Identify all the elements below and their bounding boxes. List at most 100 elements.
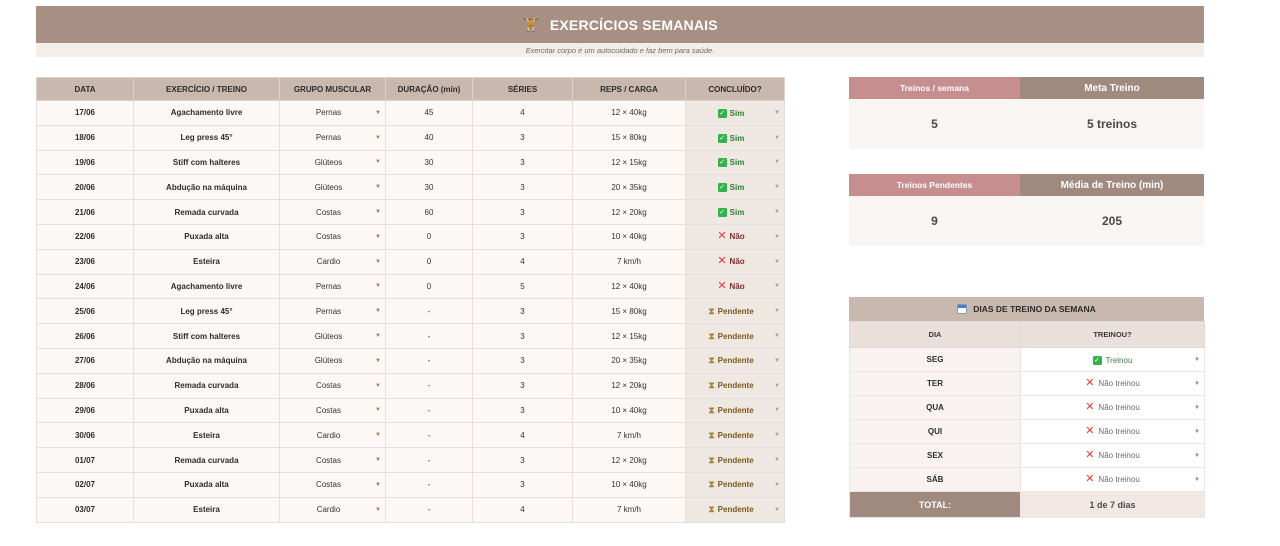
dropdown-arrow-icon[interactable]: ▼ (1194, 381, 1200, 387)
cell-group-dropdown[interactable]: Glúteos ▼ (279, 347, 386, 374)
col-header-trained: TREINOU? (1020, 321, 1205, 348)
status-label: Pendente (717, 505, 754, 515)
dropdown-arrow-icon[interactable]: ▼ (375, 259, 381, 265)
cell-duration: 40 (385, 124, 473, 151)
cell-group-dropdown[interactable]: Pernas ▼ (279, 273, 386, 300)
day-status-dropdown[interactable]: ✓ Treinou ▼ (1020, 347, 1205, 372)
cell-status-dropdown[interactable]: ✓ Sim ▼ (685, 100, 785, 126)
dropdown-arrow-icon[interactable]: ▼ (375, 234, 381, 240)
cell-group-dropdown[interactable]: Glúteos ▼ (279, 323, 386, 349)
dropdown-arrow-icon[interactable]: ▼ (774, 159, 780, 165)
dropdown-arrow-icon[interactable]: ▼ (375, 209, 381, 215)
dropdown-arrow-icon[interactable]: ▼ (375, 432, 381, 438)
day-status-dropdown[interactable]: ✕ Não treinou ▼ (1020, 443, 1205, 468)
dropdown-arrow-icon[interactable]: ▼ (375, 358, 381, 364)
dropdown-arrow-icon[interactable]: ▼ (375, 333, 381, 339)
check-icon: ✓ (717, 158, 727, 168)
cell-status-dropdown[interactable]: ⧗ Pendente ▼ (685, 347, 785, 374)
day-status: ✕ Não treinou (1085, 378, 1140, 389)
cell-series: 3 (472, 372, 573, 399)
cell-duration: 45 (385, 100, 473, 126)
cell-status-dropdown[interactable]: ⧗ Pendente ▼ (685, 471, 785, 498)
dropdown-arrow-icon[interactable]: ▼ (774, 383, 780, 389)
dropdown-arrow-icon[interactable]: ▼ (774, 333, 780, 339)
dropdown-arrow-icon[interactable]: ▼ (774, 482, 780, 488)
status-label: Sim (729, 108, 745, 118)
cell-exercise: Agachamento livre (133, 273, 280, 300)
cell-status-dropdown[interactable]: ✕ Não ▼ (685, 223, 785, 250)
cell-group-dropdown[interactable]: Costas ▼ (279, 199, 386, 225)
cell-group-dropdown[interactable]: Pernas ▼ (279, 298, 386, 325)
days-title-text: DIAS DE TREINO DA SEMANA (973, 304, 1096, 314)
dropdown-arrow-icon[interactable]: ▼ (774, 209, 780, 215)
cell-date: 27/06 (36, 347, 134, 374)
dropdown-arrow-icon[interactable]: ▼ (375, 308, 381, 314)
cell-group-dropdown[interactable]: Cardio ▼ (279, 248, 386, 275)
cell-group-dropdown[interactable]: Costas ▼ (279, 372, 386, 399)
dropdown-arrow-icon[interactable]: ▼ (375, 184, 381, 190)
cell-group-dropdown[interactable]: Costas ▼ (279, 223, 386, 250)
dropdown-arrow-icon[interactable]: ▼ (774, 432, 780, 438)
cell-group-dropdown[interactable]: Costas ▼ (279, 471, 386, 498)
dropdown-arrow-icon[interactable]: ▼ (1194, 429, 1200, 435)
dropdown-arrow-icon[interactable]: ▼ (375, 283, 381, 289)
day-status-dropdown[interactable]: ✕ Não treinou ▼ (1020, 467, 1205, 492)
dropdown-arrow-icon[interactable]: ▼ (375, 159, 381, 165)
dropdown-arrow-icon[interactable]: ▼ (774, 283, 780, 289)
dropdown-arrow-icon[interactable]: ▼ (375, 507, 381, 513)
cell-status-dropdown[interactable]: ✕ Não ▼ (685, 273, 785, 300)
dropdown-arrow-icon[interactable]: ▼ (375, 135, 381, 141)
cell-status-dropdown[interactable]: ⧗ Pendente ▼ (685, 298, 785, 325)
cell-status-dropdown[interactable]: ✓ Sim ▼ (685, 124, 785, 151)
dropdown-arrow-icon[interactable]: ▼ (1194, 357, 1200, 363)
cell-status-dropdown[interactable]: ✓ Sim ▼ (685, 199, 785, 225)
day-status-dropdown[interactable]: ✕ Não treinou ▼ (1020, 419, 1205, 444)
dropdown-arrow-icon[interactable]: ▼ (774, 407, 780, 413)
cell-group-dropdown[interactable]: Cardio ▼ (279, 496, 386, 523)
cell-status-dropdown[interactable]: ⧗ Pendente ▼ (685, 447, 785, 473)
day-status-dropdown[interactable]: ✕ Não treinou ▼ (1020, 395, 1205, 420)
cell-status-dropdown[interactable]: ⧗ Pendente ▼ (685, 372, 785, 399)
cell-group-dropdown[interactable]: Glúteos ▼ (279, 174, 386, 201)
cell-exercise: Puxada alta (133, 223, 280, 250)
cell-group-dropdown[interactable]: Pernas ▼ (279, 100, 386, 126)
cell-group-dropdown[interactable]: Glúteos ▼ (279, 149, 386, 176)
cell-status-dropdown[interactable]: ⧗ Pendente ▼ (685, 496, 785, 523)
dropdown-arrow-icon[interactable]: ▼ (774, 457, 780, 463)
cell-group-dropdown[interactable]: Costas ▼ (279, 397, 386, 424)
check-icon: ✓ (717, 133, 727, 143)
cell-exercise: Esteira (133, 248, 280, 275)
cell-exercise: Agachamento livre (133, 100, 280, 126)
dropdown-arrow-icon[interactable]: ▼ (774, 184, 780, 190)
hourglass-icon: ⧗ (708, 429, 715, 440)
cell-status-dropdown[interactable]: ⧗ Pendente ▼ (685, 323, 785, 349)
check-icon: ✓ (717, 183, 727, 193)
dropdown-arrow-icon[interactable]: ▼ (375, 407, 381, 413)
dropdown-arrow-icon[interactable]: ▼ (375, 383, 381, 389)
dropdown-arrow-icon[interactable]: ▼ (774, 110, 780, 116)
cell-status-dropdown[interactable]: ✕ Não ▼ (685, 248, 785, 275)
cell-group-dropdown[interactable]: Costas ▼ (279, 447, 386, 473)
dropdown-arrow-icon[interactable]: ▼ (375, 482, 381, 488)
cell-status-dropdown[interactable]: ⧗ Pendente ▼ (685, 397, 785, 424)
dropdown-arrow-icon[interactable]: ▼ (774, 507, 780, 513)
dropdown-arrow-icon[interactable]: ▼ (1194, 405, 1200, 411)
cell-status-dropdown[interactable]: ✓ Sim ▼ (685, 174, 785, 201)
day-status-dropdown[interactable]: ✕ Não treinou ▼ (1020, 371, 1205, 396)
dropdown-arrow-icon[interactable]: ▼ (774, 135, 780, 141)
col-header-done: CONCLUÍDO? (685, 77, 785, 101)
dropdown-arrow-icon[interactable]: ▼ (774, 358, 780, 364)
dropdown-arrow-icon[interactable]: ▼ (1194, 477, 1200, 483)
dropdown-arrow-icon[interactable]: ▼ (375, 457, 381, 463)
cell-status-dropdown[interactable]: ✓ Sim ▼ (685, 149, 785, 176)
dropdown-arrow-icon[interactable]: ▼ (1194, 453, 1200, 459)
cell-series: 4 (472, 496, 573, 523)
dropdown-arrow-icon[interactable]: ▼ (774, 259, 780, 265)
dropdown-arrow-icon[interactable]: ▼ (375, 110, 381, 116)
cell-group-dropdown[interactable]: Cardio ▼ (279, 422, 386, 449)
dropdown-arrow-icon[interactable]: ▼ (774, 308, 780, 314)
cell-status-dropdown[interactable]: ⧗ Pendente ▼ (685, 422, 785, 449)
cell-group-dropdown[interactable]: Pernas ▼ (279, 124, 386, 151)
cell-series: 4 (472, 248, 573, 275)
dropdown-arrow-icon[interactable]: ▼ (774, 234, 780, 240)
